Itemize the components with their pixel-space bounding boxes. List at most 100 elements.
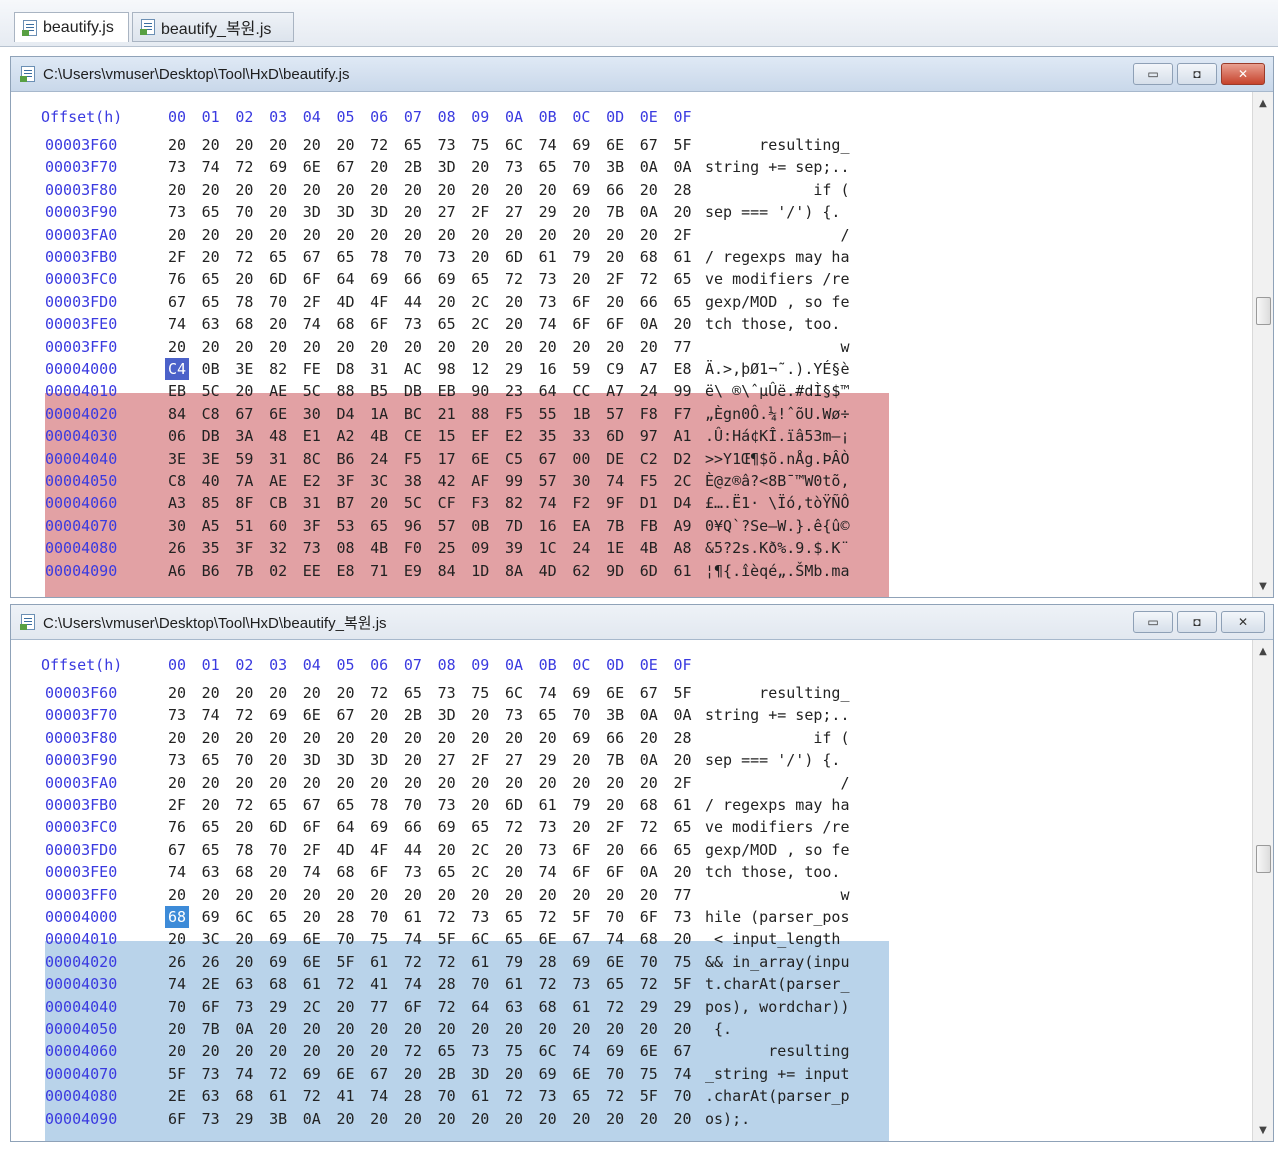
- hex-byte[interactable]: 20: [367, 884, 391, 906]
- hex-byte[interactable]: 78: [367, 246, 391, 268]
- hex-byte[interactable]: 20: [468, 179, 492, 201]
- hex-byte[interactable]: 20: [468, 1018, 492, 1040]
- hex-byte[interactable]: 68: [637, 928, 661, 950]
- hex-byte[interactable]: 65: [435, 1040, 459, 1062]
- hex-byte[interactable]: 7B: [232, 560, 256, 582]
- hex-byte[interactable]: 20: [569, 268, 593, 290]
- hex-byte[interactable]: 73: [502, 156, 526, 178]
- hex-byte[interactable]: 42: [435, 470, 459, 492]
- hex-byte[interactable]: 20: [266, 682, 290, 704]
- hex-byte[interactable]: 29: [637, 996, 661, 1018]
- text-column[interactable]: _string += input: [705, 1063, 895, 1085]
- hex-byte[interactable]: 72: [232, 704, 256, 726]
- hex-byte[interactable]: 29: [671, 996, 695, 1018]
- hex-byte[interactable]: C4: [165, 358, 189, 380]
- hex-byte[interactable]: 6E: [300, 951, 324, 973]
- hex-byte[interactable]: 65: [671, 291, 695, 313]
- hex-byte[interactable]: 20: [165, 884, 189, 906]
- hex-byte[interactable]: 73: [468, 906, 492, 928]
- hex-byte[interactable]: D2: [671, 448, 695, 470]
- hex-byte[interactable]: 66: [637, 291, 661, 313]
- hex-byte[interactable]: 3B: [266, 1108, 290, 1130]
- hex-byte[interactable]: 65: [334, 794, 358, 816]
- hex-byte[interactable]: 5F: [435, 928, 459, 950]
- hex-byte[interactable]: 65: [199, 268, 223, 290]
- hex-byte[interactable]: 3F: [300, 515, 324, 537]
- hex-byte[interactable]: 4D: [334, 839, 358, 861]
- hex-byte[interactable]: 29: [502, 358, 526, 380]
- hex-byte[interactable]: 70: [165, 996, 189, 1018]
- hex-byte[interactable]: CE: [401, 425, 425, 447]
- hex-byte[interactable]: 72: [603, 996, 627, 1018]
- hex-byte[interactable]: 69: [367, 816, 391, 838]
- hex-byte[interactable]: 98: [435, 358, 459, 380]
- hex-byte[interactable]: 20: [435, 1018, 459, 1040]
- hex-byte[interactable]: 20: [435, 179, 459, 201]
- hex-byte[interactable]: 20: [367, 727, 391, 749]
- hex-byte[interactable]: 73: [435, 246, 459, 268]
- hex-byte[interactable]: 6E: [300, 928, 324, 950]
- hex-byte[interactable]: 61: [569, 996, 593, 1018]
- maximize-button[interactable]: ◘: [1177, 63, 1217, 85]
- hex-byte[interactable]: A7: [603, 380, 627, 402]
- hex-byte[interactable]: 20: [671, 861, 695, 883]
- hex-byte[interactable]: 9D: [603, 560, 627, 582]
- hex-byte[interactable]: 20: [232, 772, 256, 794]
- hex-byte[interactable]: 70: [603, 1063, 627, 1085]
- hex-byte[interactable]: 20: [671, 201, 695, 223]
- hex-byte[interactable]: 68: [232, 1085, 256, 1107]
- text-column[interactable]: / regexps may ha: [705, 794, 895, 816]
- hex-byte[interactable]: 2F: [603, 268, 627, 290]
- hex-byte[interactable]: 73: [165, 156, 189, 178]
- hex-byte[interactable]: 20: [502, 772, 526, 794]
- hex-byte[interactable]: 25: [435, 537, 459, 559]
- scroll-up-icon[interactable]: ▲: [1253, 94, 1273, 112]
- hex-byte[interactable]: 0A: [637, 749, 661, 771]
- hex-byte[interactable]: 73: [165, 201, 189, 223]
- hex-byte[interactable]: 78: [367, 794, 391, 816]
- hex-byte[interactable]: D4: [671, 492, 695, 514]
- hex-byte[interactable]: 20: [569, 1108, 593, 1130]
- hex-byte[interactable]: 63: [199, 1085, 223, 1107]
- close-button[interactable]: ✕: [1221, 63, 1265, 85]
- hex-byte[interactable]: B5: [367, 380, 391, 402]
- hex-byte[interactable]: 3D: [468, 1063, 492, 1085]
- hex-byte[interactable]: 39: [502, 537, 526, 559]
- hex-byte[interactable]: 65: [266, 246, 290, 268]
- hex-byte[interactable]: 20: [300, 134, 324, 156]
- hex-byte[interactable]: 20: [502, 336, 526, 358]
- hex-byte[interactable]: 65: [199, 291, 223, 313]
- hex-byte[interactable]: 70: [232, 201, 256, 223]
- hex-byte[interactable]: 67: [334, 156, 358, 178]
- hex-byte[interactable]: 20: [165, 1018, 189, 1040]
- text-column[interactable]: os);.: [705, 1108, 895, 1130]
- hex-byte[interactable]: 38: [401, 470, 425, 492]
- hex-byte[interactable]: 1B: [569, 403, 593, 425]
- hex-byte[interactable]: 6E: [334, 1063, 358, 1085]
- hex-byte[interactable]: 66: [603, 179, 627, 201]
- hex-byte[interactable]: 73: [165, 704, 189, 726]
- hex-byte[interactable]: 3F: [334, 470, 358, 492]
- hex-byte[interactable]: EE: [300, 560, 324, 582]
- hex-byte[interactable]: 20: [569, 816, 593, 838]
- hex-byte[interactable]: 0B: [468, 515, 492, 537]
- hex-byte[interactable]: 72: [637, 816, 661, 838]
- hex-byte[interactable]: 65: [569, 1085, 593, 1107]
- hex-byte[interactable]: 3D: [300, 749, 324, 771]
- hex-byte[interactable]: 8C: [300, 448, 324, 470]
- hex-byte[interactable]: 61: [367, 951, 391, 973]
- hex-byte[interactable]: 63: [199, 861, 223, 883]
- hex-byte[interactable]: 74: [536, 861, 560, 883]
- hex-byte[interactable]: 67: [300, 794, 324, 816]
- hex-byte[interactable]: 61: [300, 973, 324, 995]
- hex-byte[interactable]: 73: [536, 839, 560, 861]
- hex-byte[interactable]: 20: [334, 1108, 358, 1130]
- hex-byte[interactable]: 84: [435, 560, 459, 582]
- hex-byte[interactable]: 77: [671, 884, 695, 906]
- hex-byte[interactable]: 2C: [468, 291, 492, 313]
- hex-byte[interactable]: 20: [334, 682, 358, 704]
- hex-byte[interactable]: 20: [165, 928, 189, 950]
- close-button[interactable]: ✕: [1221, 611, 1265, 633]
- hex-byte[interactable]: 73: [435, 682, 459, 704]
- hex-byte[interactable]: 0A: [232, 1018, 256, 1040]
